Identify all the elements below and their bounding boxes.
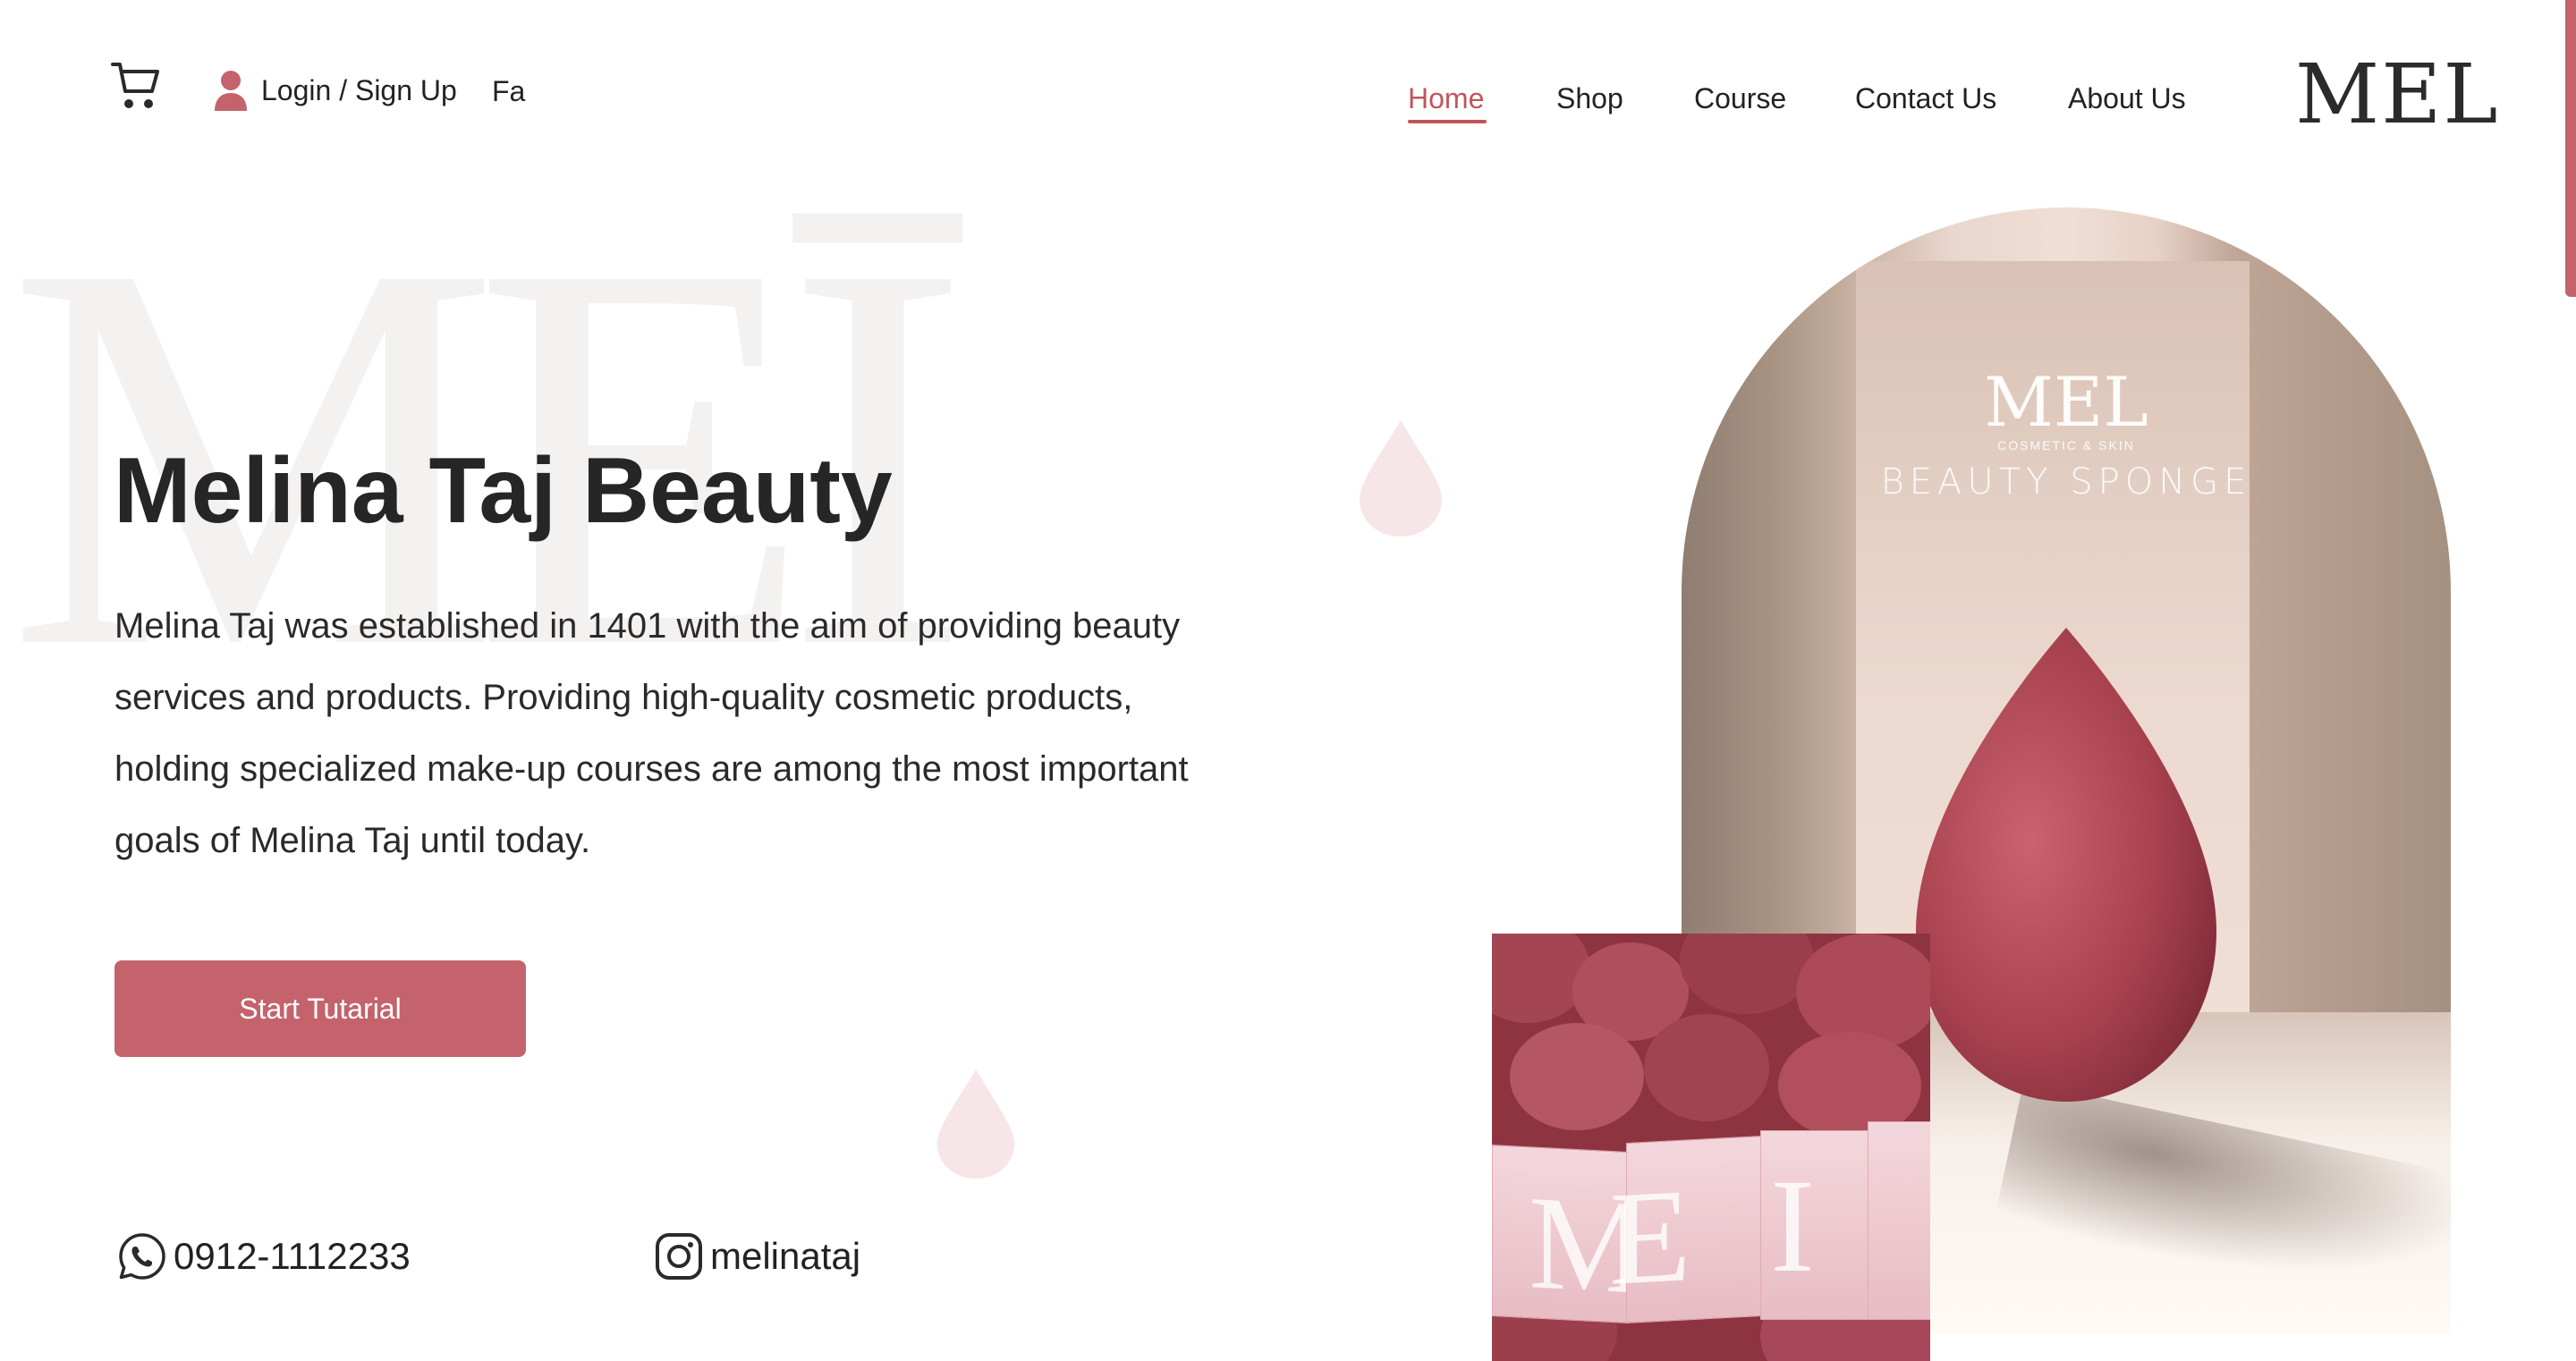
scrollbar-thumb[interactable] xyxy=(2565,0,2576,297)
nav-course[interactable]: Course xyxy=(1694,82,1786,115)
product-brand-text: MEL COSMETIC & SKIN BEAUTY SPONGE xyxy=(1682,368,2451,503)
beauty-sponge-illustration xyxy=(1916,628,2216,1102)
hero-description: Melina Taj was established in 1401 with … xyxy=(114,606,1189,860)
nav-about-us[interactable]: About Us xyxy=(2068,82,2186,115)
whatsapp-contact[interactable]: 0912-1112233 xyxy=(116,1230,411,1282)
nav-home[interactable]: Home xyxy=(1408,82,1484,115)
nav-active-underline xyxy=(1408,120,1487,123)
product-name: BEAUTY SPONGE xyxy=(1880,461,2252,503)
page-title: Melina Taj Beauty xyxy=(114,439,893,543)
product-box xyxy=(1868,1121,1930,1320)
instagram-contact[interactable]: melinataj xyxy=(653,1230,860,1282)
product-box: E xyxy=(1609,1136,1762,1323)
instagram-handle: melinataj xyxy=(710,1235,861,1277)
product-box: I xyxy=(1760,1130,1869,1320)
instagram-icon xyxy=(656,1233,702,1280)
sponge-boxes-image: M E I xyxy=(1492,934,1930,1361)
nav-contact-us[interactable]: Contact Us xyxy=(1855,82,1996,115)
whatsapp-icon xyxy=(119,1233,165,1280)
phone-number: 0912-1112233 xyxy=(174,1235,411,1277)
decorative-drop xyxy=(1360,420,1442,537)
start-tutorial-button[interactable]: Start Tutarial xyxy=(114,960,526,1057)
product-brand-logo: MEL xyxy=(1984,362,2148,442)
product-box: M xyxy=(1492,1145,1648,1323)
brand-logo[interactable]: MEL xyxy=(2295,54,2499,136)
decorative-drop xyxy=(936,1069,1015,1179)
page: MEĪ Login / Sign Up Fa Home Shop Course … xyxy=(0,0,2576,1361)
main-nav: Home Shop Course Contact Us About Us xyxy=(0,82,2576,136)
nav-shop[interactable]: Shop xyxy=(1556,82,1623,115)
product-brand-subtitle: COSMETIC & SKIN xyxy=(1997,438,2135,452)
